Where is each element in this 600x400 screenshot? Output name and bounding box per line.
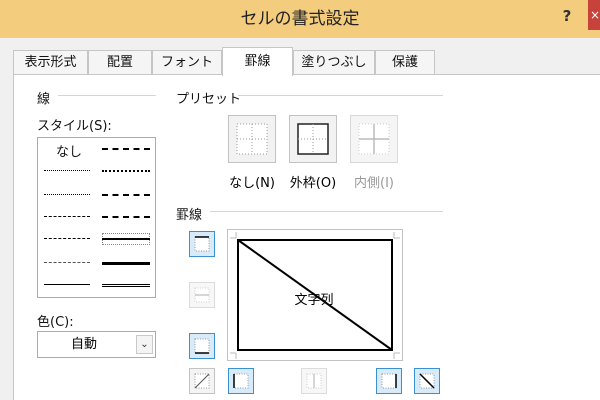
line-group-rule bbox=[58, 95, 156, 96]
border-top-button[interactable] bbox=[189, 231, 215, 257]
line-style-dashed-medium[interactable] bbox=[102, 216, 150, 218]
border-group-label: 罫線 bbox=[176, 208, 203, 223]
border-left-button[interactable] bbox=[228, 368, 254, 394]
border-middle-vertical-button[interactable] bbox=[301, 368, 327, 394]
border-diagonal-down-icon bbox=[419, 373, 435, 389]
line-style-hair[interactable] bbox=[44, 170, 90, 171]
tab-number[interactable]: 表示形式 bbox=[13, 50, 88, 75]
tab-protection[interactable]: 保護 bbox=[375, 50, 435, 75]
line-style-dash-dot[interactable] bbox=[44, 238, 90, 239]
line-style-dotted[interactable] bbox=[44, 194, 90, 195]
line-style-thin[interactable] bbox=[44, 284, 90, 285]
border-left-icon bbox=[233, 373, 249, 389]
line-style-dashed[interactable] bbox=[44, 262, 90, 263]
tab-border[interactable]: 罫線 bbox=[222, 47, 293, 76]
line-style-list[interactable]: なし bbox=[37, 137, 156, 298]
close-button[interactable]: × bbox=[588, 0, 600, 30]
color-dropdown[interactable]: 自動 ⌄ bbox=[37, 331, 156, 358]
border-inside-icon bbox=[358, 123, 390, 155]
line-style-dash-dot-thick[interactable] bbox=[102, 194, 150, 196]
help-button[interactable]: ? bbox=[556, 4, 578, 28]
preset-outline-label: 外枠(O) bbox=[289, 176, 337, 191]
border-top-icon bbox=[194, 236, 210, 252]
preset-group-label: プリセット bbox=[176, 92, 242, 107]
chevron-down-icon[interactable]: ⌄ bbox=[136, 335, 153, 354]
preset-none-button[interactable] bbox=[228, 115, 276, 163]
border-middle-horizontal-icon bbox=[194, 287, 210, 303]
line-style-thick[interactable] bbox=[102, 262, 150, 265]
border-middle-vertical-icon bbox=[306, 373, 322, 389]
line-style-dash-dot-dot[interactable] bbox=[44, 216, 90, 217]
border-right-button[interactable] bbox=[376, 368, 402, 394]
line-style-double[interactable] bbox=[102, 284, 150, 287]
border-bottom-button[interactable] bbox=[189, 333, 215, 359]
line-group-label: 線 bbox=[37, 92, 51, 107]
border-middle-horizontal-button[interactable] bbox=[189, 282, 215, 308]
preset-inside-button[interactable] bbox=[350, 115, 398, 163]
border-none-icon bbox=[236, 123, 268, 155]
dialog-title: セルの書式設定 bbox=[240, 9, 360, 29]
border-diagonal-down-button[interactable] bbox=[414, 368, 440, 394]
border-bottom-icon bbox=[194, 338, 210, 354]
preview-sample-text: 文字列 bbox=[294, 293, 334, 308]
border-diagonal-up-icon bbox=[194, 373, 210, 389]
border-right-icon bbox=[381, 373, 397, 389]
tab-font[interactable]: フォント bbox=[152, 50, 222, 75]
preset-group-rule bbox=[238, 95, 443, 96]
border-diagonal-up-button[interactable] bbox=[189, 368, 215, 394]
color-value: 自動 bbox=[70, 337, 97, 352]
line-style-slant-dash-dot[interactable] bbox=[102, 170, 150, 172]
preset-inside-label: 内側(I) bbox=[354, 176, 394, 191]
color-label: 色(C): bbox=[37, 315, 74, 330]
line-style-none[interactable]: なし bbox=[56, 141, 82, 160]
preset-none-label: なし(N) bbox=[229, 176, 275, 191]
preset-outline-button[interactable] bbox=[289, 115, 337, 163]
tab-alignment[interactable]: 配置 bbox=[88, 50, 152, 75]
line-style-medium[interactable] bbox=[102, 238, 150, 240]
tab-fill[interactable]: 塗りつぶし bbox=[293, 50, 375, 75]
border-group-rule bbox=[210, 211, 443, 212]
line-style-label: スタイル(S): bbox=[37, 119, 112, 134]
line-style-dash-dot-medium[interactable] bbox=[102, 148, 150, 150]
border-outline-icon bbox=[297, 123, 329, 155]
